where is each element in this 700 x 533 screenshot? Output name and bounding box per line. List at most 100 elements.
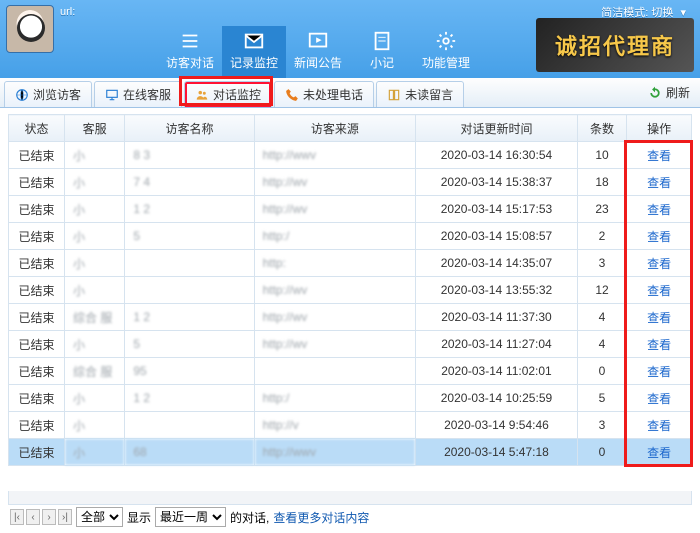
cell-visitor: 68 bbox=[125, 439, 254, 466]
table-row[interactable]: 已结束小1 2http:/2020-03-14 10:25:595查看 bbox=[9, 385, 692, 412]
cell-agent: 小 bbox=[65, 412, 125, 439]
table-row[interactable]: 已结束小 5http://wv2020-03-14 11:27:044查看 bbox=[9, 331, 692, 358]
cell-count: 3 bbox=[577, 412, 627, 439]
cell-status: 已结束 bbox=[9, 196, 65, 223]
view-link[interactable]: 查看 bbox=[647, 284, 671, 298]
cell-time: 2020-03-14 5:47:18 bbox=[416, 439, 578, 466]
nav-mail[interactable]: 记录监控 bbox=[222, 26, 286, 78]
cell-action: 查看 bbox=[627, 304, 692, 331]
cell-count: 2 bbox=[577, 223, 627, 250]
nav-list[interactable]: 访客对话 bbox=[158, 26, 222, 78]
table-row[interactable]: 已结束小http://wv2020-03-14 13:55:3212查看 bbox=[9, 277, 692, 304]
view-link[interactable]: 查看 bbox=[647, 257, 671, 271]
dialog-table: 状态客服访客名称访客来源对话更新时间条数操作 已结束小8 3http://wwv… bbox=[8, 114, 692, 466]
range-select[interactable]: 最近一周 bbox=[155, 507, 226, 527]
pager-prev-icon[interactable]: ‹ bbox=[26, 509, 40, 525]
cell-source: http://wv bbox=[254, 304, 416, 331]
pager[interactable]: |‹ ‹ › ›| bbox=[10, 509, 72, 525]
subtab-label: 在线客服 bbox=[123, 86, 171, 103]
table-row[interactable]: 已结束小68http://wwv2020-03-14 5:47:180查看 bbox=[9, 439, 692, 466]
pager-first-icon[interactable]: |‹ bbox=[10, 509, 24, 525]
view-link[interactable]: 查看 bbox=[647, 392, 671, 406]
view-link[interactable]: 查看 bbox=[647, 230, 671, 244]
cell-visitor: 5 bbox=[125, 331, 254, 358]
phone-icon bbox=[285, 88, 299, 102]
promo-banner: 诚招代理商 bbox=[536, 18, 694, 72]
cell-status: 已结束 bbox=[9, 331, 65, 358]
cell-visitor: 5 bbox=[125, 223, 254, 250]
view-link[interactable]: 查看 bbox=[647, 176, 671, 190]
subtab-label: 对话监控 bbox=[213, 86, 261, 103]
cell-status: 已结束 bbox=[9, 169, 65, 196]
cell-count: 3 bbox=[577, 250, 627, 277]
more-link[interactable]: 查看更多对话内容 bbox=[273, 509, 369, 526]
col-header[interactable]: 访客来源 bbox=[254, 115, 416, 142]
cell-source: http://wwv bbox=[254, 142, 416, 169]
note-icon bbox=[368, 30, 396, 52]
table-row[interactable]: 已结束综合 服 952020-03-14 11:02:010查看 bbox=[9, 358, 692, 385]
view-link[interactable]: 查看 bbox=[647, 446, 671, 460]
cell-visitor: 1 2 bbox=[125, 304, 254, 331]
cell-time: 2020-03-14 13:55:32 bbox=[416, 277, 578, 304]
table-row[interactable]: 已结束小http:2020-03-14 14:35:073查看 bbox=[9, 250, 692, 277]
col-header[interactable]: 状态 bbox=[9, 115, 65, 142]
cell-action: 查看 bbox=[627, 169, 692, 196]
filter-all-select[interactable]: 全部 bbox=[76, 507, 123, 527]
cell-count: 18 bbox=[577, 169, 627, 196]
cell-agent: 综合 服 bbox=[65, 358, 125, 385]
nav-gear[interactable]: 功能管理 bbox=[414, 26, 478, 78]
subtab-book[interactable]: 未读留言 bbox=[376, 81, 464, 107]
subtab-people[interactable]: 对话监控 bbox=[184, 81, 272, 107]
pager-next-icon[interactable]: › bbox=[42, 509, 56, 525]
cell-agent: 小 bbox=[65, 277, 125, 304]
col-header[interactable]: 对话更新时间 bbox=[416, 115, 578, 142]
refresh-button[interactable]: 刷新 bbox=[648, 84, 690, 101]
table-row[interactable]: 已结束小8 3http://wwv2020-03-14 16:30:5410查看 bbox=[9, 142, 692, 169]
view-link[interactable]: 查看 bbox=[647, 365, 671, 379]
cell-status: 已结束 bbox=[9, 223, 65, 250]
table-row[interactable]: 已结束小http://v2020-03-14 9:54:463查看 bbox=[9, 412, 692, 439]
cell-action: 查看 bbox=[627, 439, 692, 466]
cell-time: 2020-03-14 15:08:57 bbox=[416, 223, 578, 250]
col-header[interactable]: 访客名称 bbox=[125, 115, 254, 142]
horizontal-scrollbar[interactable] bbox=[8, 491, 692, 505]
cell-action: 查看 bbox=[627, 412, 692, 439]
table-row[interactable]: 已结束小7 4http://wv2020-03-14 15:38:3718查看 bbox=[9, 169, 692, 196]
view-link[interactable]: 查看 bbox=[647, 311, 671, 325]
cell-action: 查看 bbox=[627, 196, 692, 223]
table-row[interactable]: 已结束综合 服1 2http://wv2020-03-14 11:37:304查… bbox=[9, 304, 692, 331]
play-icon bbox=[304, 30, 332, 52]
cell-count: 4 bbox=[577, 304, 627, 331]
cell-source bbox=[254, 358, 416, 385]
col-header[interactable]: 条数 bbox=[577, 115, 627, 142]
cell-agent: 小 bbox=[65, 331, 125, 358]
subtab-label: 浏览访客 bbox=[33, 86, 81, 103]
cell-agent: 小 bbox=[65, 439, 125, 466]
cell-source: http://wwv bbox=[254, 439, 416, 466]
view-link[interactable]: 查看 bbox=[647, 149, 671, 163]
col-header[interactable]: 客服 bbox=[65, 115, 125, 142]
cell-status: 已结束 bbox=[9, 250, 65, 277]
cell-source: http://wv bbox=[254, 169, 416, 196]
mail-icon bbox=[240, 30, 268, 52]
cell-count: 4 bbox=[577, 331, 627, 358]
url-label: url: bbox=[60, 6, 75, 18]
table-row[interactable]: 已结束小 5http:/2020-03-14 15:08:572查看 bbox=[9, 223, 692, 250]
table-row[interactable]: 已结束小1 2http://wv2020-03-14 15:17:5323查看 bbox=[9, 196, 692, 223]
cell-time: 2020-03-14 15:17:53 bbox=[416, 196, 578, 223]
subtab-globe[interactable]: 浏览访客 bbox=[4, 81, 92, 107]
cell-source: http://wv bbox=[254, 277, 416, 304]
subtab-monitor[interactable]: 在线客服 bbox=[94, 81, 182, 107]
nav-note[interactable]: 小记 bbox=[350, 26, 414, 78]
view-link[interactable]: 查看 bbox=[647, 338, 671, 352]
nav-play[interactable]: 新闻公告 bbox=[286, 26, 350, 78]
subtab-phone[interactable]: 未处理电话 bbox=[274, 81, 374, 107]
nav-label: 新闻公告 bbox=[294, 56, 342, 70]
view-link[interactable]: 查看 bbox=[647, 203, 671, 217]
view-link[interactable]: 查看 bbox=[647, 419, 671, 433]
pager-last-icon[interactable]: ›| bbox=[58, 509, 72, 525]
col-header[interactable]: 操作 bbox=[627, 115, 692, 142]
refresh-icon bbox=[648, 86, 662, 100]
cell-count: 23 bbox=[577, 196, 627, 223]
cell-source: http://v bbox=[254, 412, 416, 439]
